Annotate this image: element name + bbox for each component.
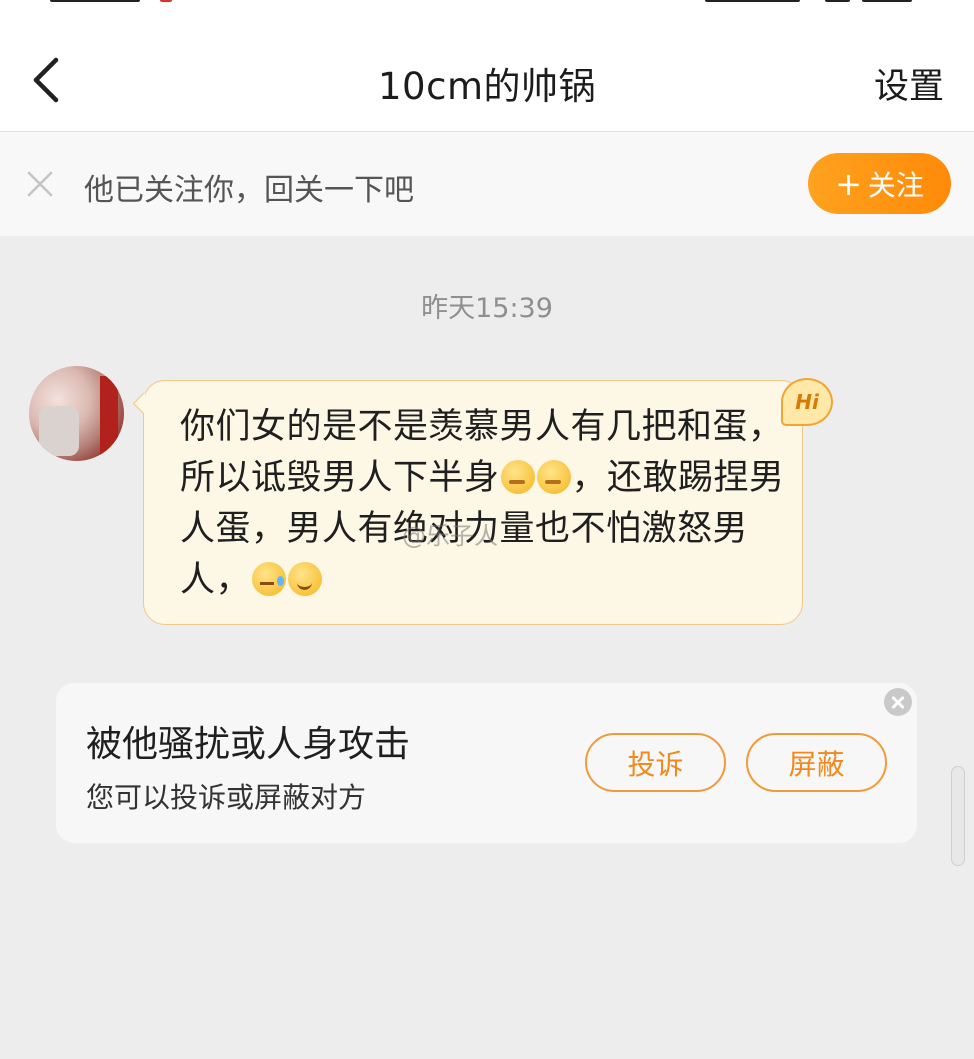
follow-button-label: 关注 [867, 168, 924, 202]
message-timestamp: 昨天15:39 [421, 293, 553, 324]
sweat-emoji-icon [252, 562, 287, 596]
chat-title: 10cm的帅锅 [378, 65, 596, 108]
battery-icon [862, 0, 912, 2]
smile-emoji-icon [288, 562, 323, 596]
message-text: 你们女的是不是羡慕男人有几把和蛋，所以诋毁男人下半身 ，还敢踢捏男人蛋，男人有绝对… [180, 402, 785, 606]
complain-button[interactable]: 投诉 [585, 733, 726, 792]
status-time-fragment [50, 0, 140, 2]
thinking-emoji-icon [536, 460, 571, 494]
scrollbar[interactable] [951, 766, 965, 866]
follow-button[interactable]: + 关注 [808, 153, 951, 214]
report-card-title: 被他骚扰或人身攻击 [86, 724, 411, 765]
block-button[interactable]: 屏蔽 [746, 733, 887, 792]
notification-icon [160, 0, 172, 2]
close-icon[interactable] [884, 688, 912, 716]
close-icon[interactable] [26, 170, 54, 198]
avatar-background-detail [100, 376, 118, 456]
hi-badge-icon: Hi [781, 378, 833, 426]
settings-button[interactable]: 设置 [874, 58, 944, 109]
top-bar: 10cm的帅锅 设置 [0, 30, 974, 132]
wifi-icon [825, 0, 850, 2]
avatar-figure [39, 406, 79, 456]
signal-icon [705, 0, 800, 2]
plus-icon: + [835, 164, 862, 203]
follow-back-text: 他已关注你，回关一下吧 [84, 173, 414, 208]
thinking-emoji-icon [500, 460, 535, 494]
watermark: @乐子人 [402, 522, 498, 550]
report-card-subtitle: 您可以投诉或屏蔽对方 [86, 781, 367, 814]
status-bar [0, 0, 974, 30]
avatar[interactable] [29, 366, 124, 461]
